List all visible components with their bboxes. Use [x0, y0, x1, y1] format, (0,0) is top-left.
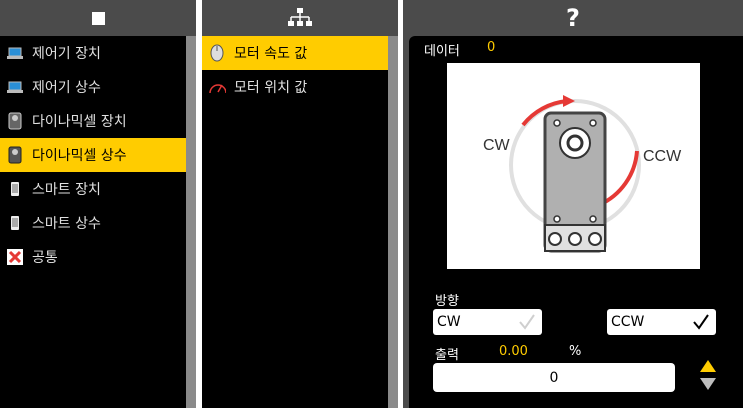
output-input-value: 0 — [549, 369, 559, 386]
scrollbar[interactable] — [388, 36, 398, 408]
category-item-selected[interactable]: 다이나믹셀 상수 — [0, 138, 186, 172]
output-unit: % — [569, 344, 582, 359]
category-item-label: 다이나믹셀 장치 — [32, 114, 127, 130]
category-item-label: 제어기 장치 — [32, 46, 101, 62]
detail-panel: ? 데이터 0 CW CCW 방향 CW CCW 출력 0.00 % 0 — [403, 0, 743, 408]
panel-header: ? — [403, 0, 743, 36]
question-icon[interactable]: ? — [566, 4, 580, 32]
laptop-icon — [6, 44, 24, 62]
servo-icon — [6, 112, 24, 130]
check-icon-checked — [693, 314, 709, 330]
category-item[interactable]: 공통 — [0, 240, 186, 274]
category-item-label: 스마트 상수 — [32, 216, 101, 232]
cw-option-label: CW — [437, 314, 461, 330]
gauge-icon — [208, 78, 226, 96]
hierarchy-icon — [288, 8, 312, 26]
category-item-label: 공통 — [32, 250, 58, 266]
data-label: 데이터 — [424, 44, 460, 59]
category-item[interactable]: 제어기 상수 — [0, 70, 186, 104]
ccw-checkbox[interactable]: CCW — [607, 309, 716, 335]
laptop-icon — [6, 78, 24, 96]
detail-content: 데이터 0 CW CCW 방향 CW CCW 출력 0.00 % 0 — [409, 36, 743, 408]
ccw-option-label: CCW — [611, 314, 645, 330]
servo-direction-illustration: CW CCW — [447, 63, 700, 269]
category-item-label: 스마트 장치 — [32, 182, 101, 198]
direction-label: 방향 — [435, 294, 459, 309]
servo-icon — [6, 146, 24, 164]
value-type-panel: 모터 속도 값 모터 위치 값 — [202, 0, 398, 408]
category-item[interactable]: 스마트 장치 — [0, 172, 186, 206]
device-category-panel: 제어기 장치 제어기 상수 다이나믹셀 장치 다이나믹셀 상수 스마트 장치 스… — [0, 0, 196, 408]
check-icon-unchecked — [519, 314, 535, 330]
value-item-label: 모터 위치 값 — [234, 80, 308, 96]
scrollbar[interactable] — [186, 36, 196, 408]
category-item-label: 제어기 상수 — [32, 80, 101, 96]
value-item-label: 모터 속도 값 — [234, 46, 308, 62]
category-item[interactable]: 제어기 장치 — [0, 36, 186, 70]
category-item-label: 다이나믹셀 상수 — [32, 148, 127, 164]
data-value: 0 — [487, 40, 496, 55]
output-label: 출력 — [435, 348, 459, 363]
output-value: 0.00 — [499, 344, 528, 359]
value-type-list: 모터 속도 값 모터 위치 값 — [202, 36, 388, 408]
value-item-selected[interactable]: 모터 속도 값 — [202, 36, 388, 70]
motor-icon — [208, 44, 226, 62]
ccw-label: CCW — [643, 148, 682, 165]
phone-icon — [6, 214, 24, 232]
category-item[interactable]: 스마트 상수 — [0, 206, 186, 240]
decrement-arrow-icon[interactable] — [700, 378, 716, 390]
panel-header — [202, 0, 398, 36]
panel-header — [0, 0, 196, 36]
phone-icon — [6, 180, 24, 198]
square-icon — [91, 11, 105, 25]
cw-checkbox[interactable]: CW — [433, 309, 542, 335]
output-input[interactable]: 0 — [433, 363, 675, 392]
category-list: 제어기 장치 제어기 상수 다이나믹셀 장치 다이나믹셀 상수 스마트 장치 스… — [0, 36, 186, 408]
increment-arrow-icon[interactable] — [700, 360, 716, 372]
cw-label: CW — [483, 137, 511, 154]
x-tool-icon — [6, 248, 24, 266]
value-item[interactable]: 모터 위치 값 — [202, 70, 388, 104]
category-item[interactable]: 다이나믹셀 장치 — [0, 104, 186, 138]
